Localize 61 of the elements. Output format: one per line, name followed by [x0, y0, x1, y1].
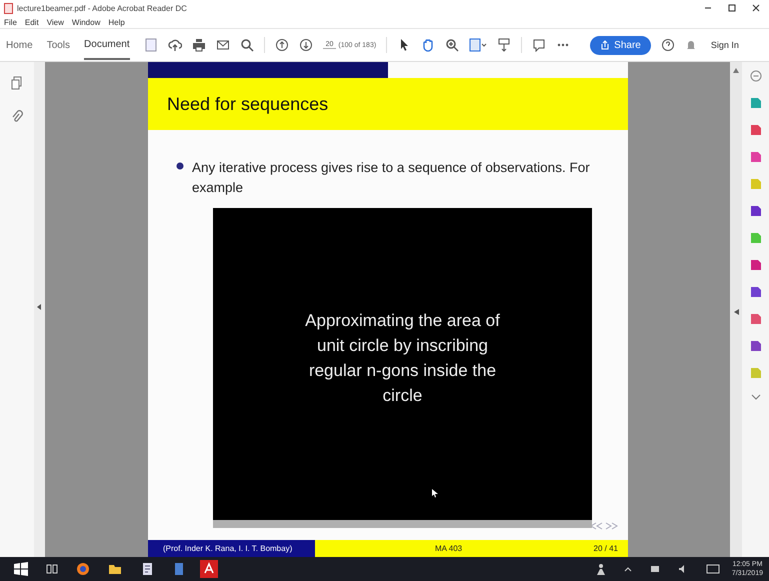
menu-item[interactable]: Edit	[24, 18, 39, 26]
footer-author: (Prof. Inder K. Rana, I. I. T. Bombay)	[148, 540, 315, 557]
tool-icon[interactable]	[750, 124, 762, 136]
upload-icon[interactable]	[168, 38, 182, 52]
attachment-icon[interactable]	[11, 110, 23, 124]
chevron-up-icon[interactable]	[624, 566, 632, 572]
envelope-icon[interactable]	[216, 38, 230, 52]
menu-item[interactable]: File	[4, 18, 17, 26]
comment-icon[interactable]	[532, 38, 546, 52]
search-icon[interactable]	[240, 38, 254, 52]
pages-icon[interactable]	[11, 76, 23, 90]
restore-icon[interactable]	[727, 3, 737, 13]
footer-page: 20 / 41	[594, 540, 628, 557]
zoom-icon[interactable]	[445, 38, 460, 52]
task-view-icon[interactable]	[46, 563, 58, 575]
document-icon[interactable]	[140, 562, 154, 576]
print-icon[interactable]	[192, 38, 206, 52]
tool-icon[interactable]	[750, 259, 762, 271]
pdf-file-icon	[4, 2, 13, 14]
menu-item[interactable]: Window	[72, 18, 100, 26]
slide-title: Need for sequences	[167, 94, 328, 114]
tab[interactable]: Tools	[46, 32, 70, 58]
bell-icon[interactable]	[684, 38, 697, 52]
tool-icon[interactable]	[750, 151, 762, 163]
cursor-icon	[431, 488, 439, 498]
scroll-mode-icon[interactable]	[497, 38, 512, 52]
help-icon[interactable]	[660, 38, 675, 52]
zoom-out-icon[interactable]	[750, 70, 762, 82]
bullet-icon	[176, 162, 184, 170]
tool-icon[interactable]	[750, 205, 762, 217]
tab[interactable]: Home	[6, 32, 33, 58]
start-icon[interactable]	[14, 562, 28, 576]
sign-in-link[interactable]: Sign In	[710, 40, 739, 50]
browser-icon[interactable]	[76, 562, 90, 576]
tool-icon[interactable]	[750, 313, 762, 325]
menu-item[interactable]: Help	[108, 18, 125, 26]
tool-icon[interactable]	[750, 286, 762, 298]
tab[interactable]: Document	[84, 30, 130, 60]
acrobat-icon[interactable]	[200, 560, 218, 578]
video-caption: Approximating the area of unit circle by inscribing regular n-gons inside the circle	[304, 310, 501, 407]
next-page-icon[interactable]	[298, 38, 313, 52]
share-button[interactable]: Share	[590, 36, 651, 54]
tool-icon[interactable]	[750, 340, 762, 352]
footer-course: MA 403	[315, 540, 594, 557]
scroll-up-icon[interactable]	[733, 68, 739, 73]
close-icon[interactable]	[751, 3, 761, 13]
keyboard-icon[interactable]	[706, 564, 720, 574]
chevron-down-icon[interactable]	[750, 394, 760, 400]
collapse-left-icon[interactable]	[37, 304, 42, 310]
window-title: lecture1beamer.pdf - Adobe Acrobat Reader DC	[17, 4, 187, 12]
hand-icon[interactable]	[421, 38, 436, 52]
page-fit-icon[interactable]	[469, 38, 488, 52]
folder-icon[interactable]	[108, 562, 122, 576]
previous-page-icon[interactable]	[274, 38, 289, 52]
menu-item[interactable]: View	[46, 18, 64, 26]
person-icon[interactable]	[596, 563, 606, 575]
share-icon	[600, 40, 610, 50]
save-icon[interactable]	[144, 38, 158, 52]
collapse-right-icon[interactable]	[734, 309, 738, 315]
bullet-text: Any iterative process gives rise to a sequence of observations. For example	[192, 159, 591, 197]
video-scrollbar[interactable]	[213, 520, 592, 528]
